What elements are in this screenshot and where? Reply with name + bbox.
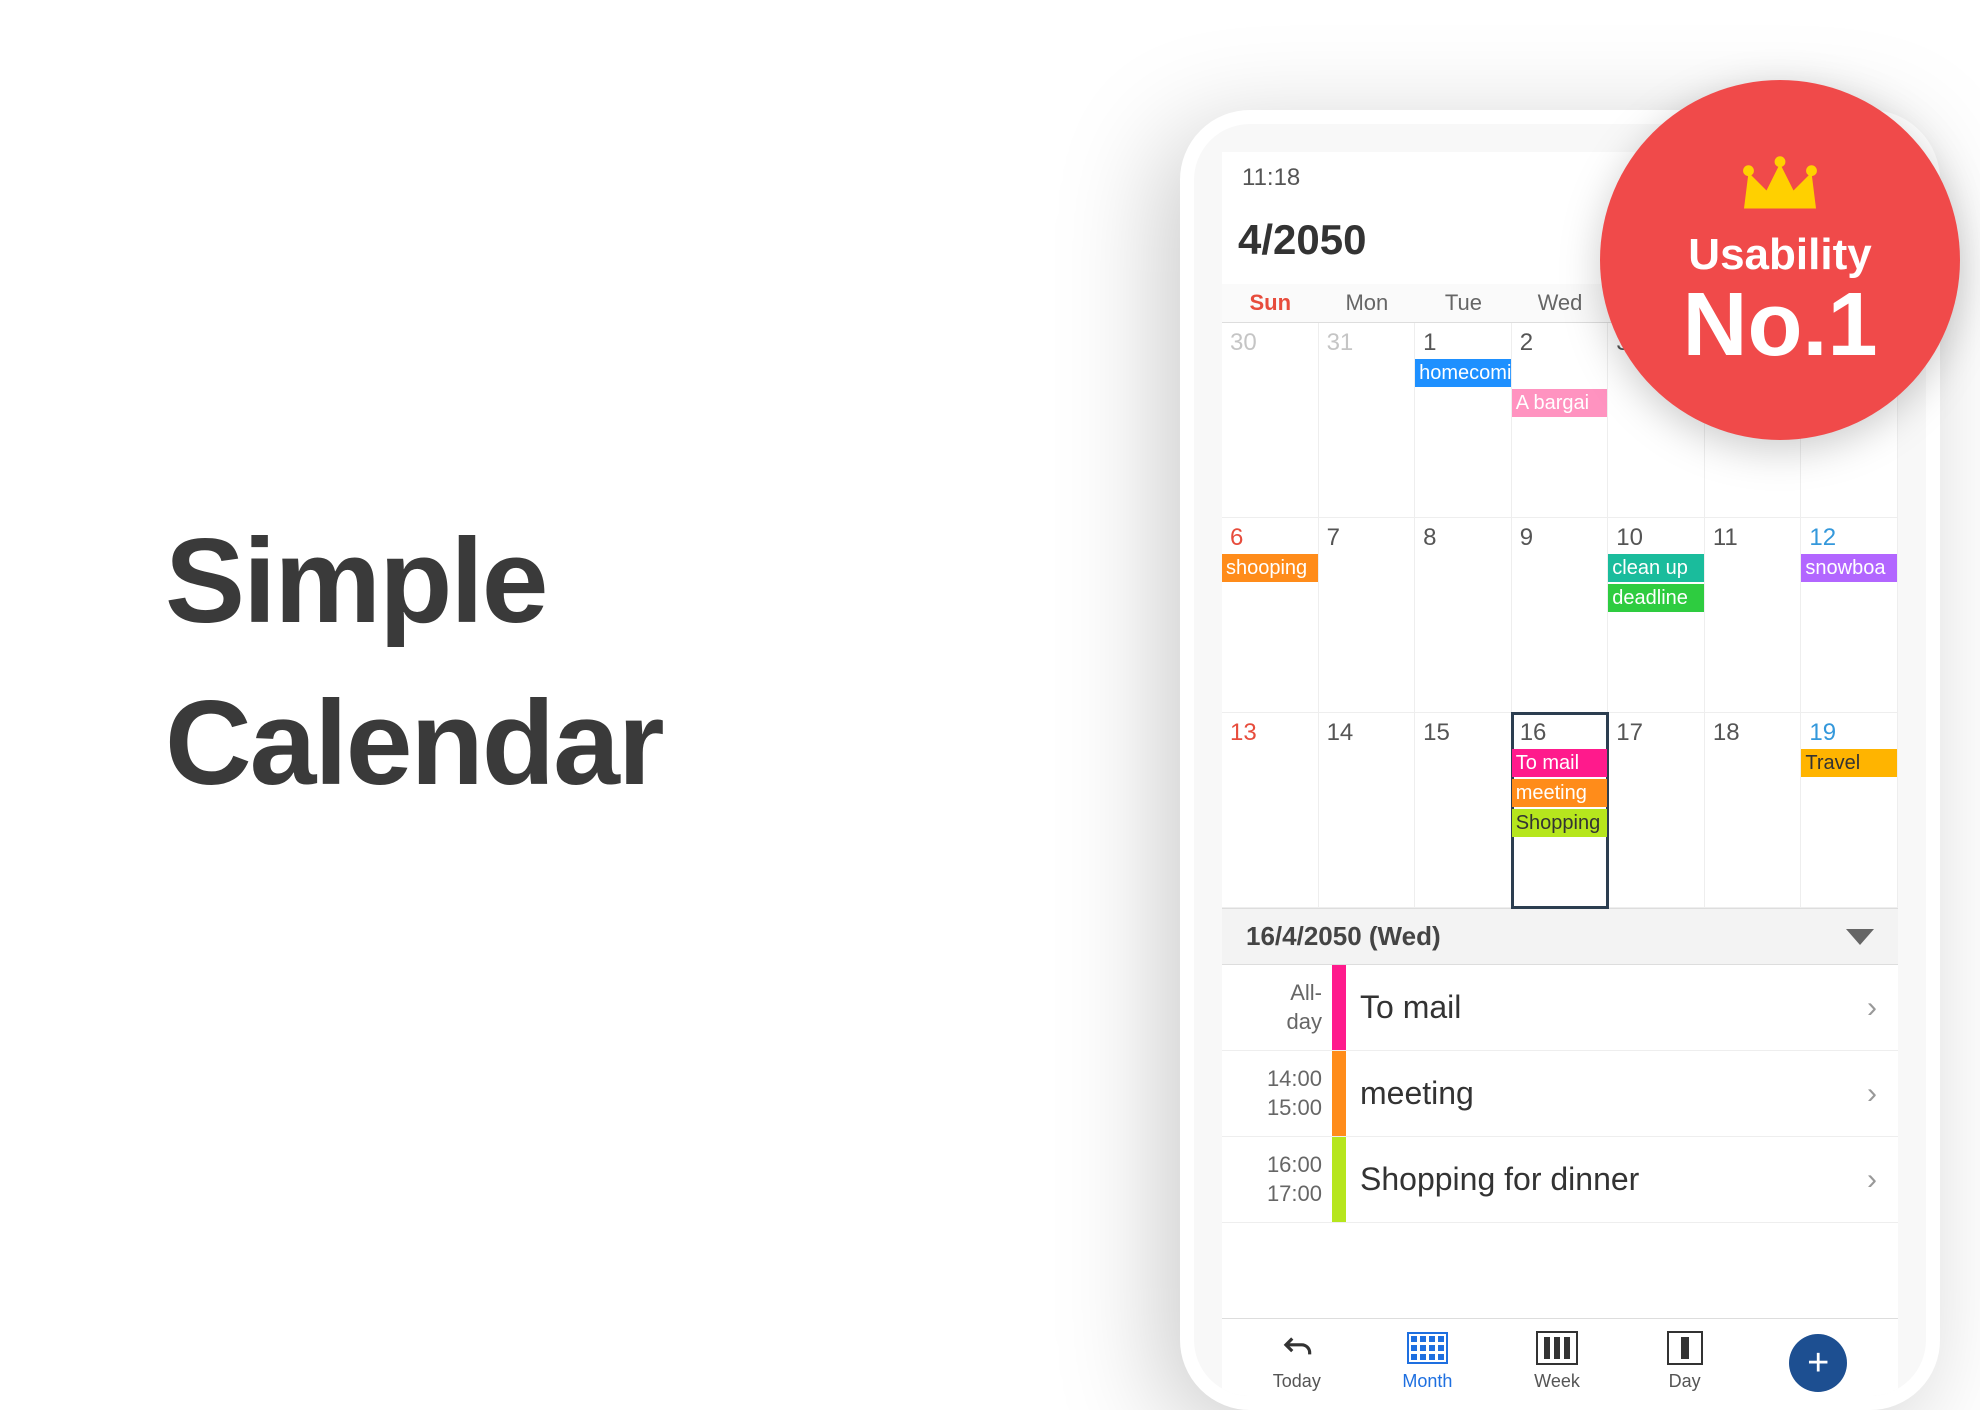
event-chip[interactable]: A bargai (1512, 389, 1608, 417)
event-chip[interactable]: homecoming (1415, 359, 1512, 387)
chevron-right-icon: › (1858, 965, 1898, 1050)
day-number: 8 (1415, 518, 1511, 552)
agenda-title: Shopping for dinner (1346, 1137, 1858, 1222)
event-chip[interactable]: deadline (1608, 584, 1704, 612)
day-cell-6[interactable]: 6shooping (1222, 518, 1319, 713)
marketing-headline: Simple Calendar (165, 500, 663, 824)
agenda-time: All-day (1222, 965, 1332, 1050)
agenda-row[interactable]: 14:0015:00meeting› (1222, 1051, 1898, 1137)
chevron-right-icon: › (1858, 1137, 1898, 1222)
day-cell-13[interactable]: 13 (1222, 713, 1319, 908)
day-column-icon (1662, 1329, 1708, 1367)
day-cell-7[interactable]: 7 (1319, 518, 1416, 713)
day-number: 7 (1319, 518, 1415, 552)
day-cell-8[interactable]: 8 (1415, 518, 1512, 713)
agenda-time: 14:0015:00 (1222, 1051, 1332, 1136)
event-chip[interactable]: snowboa (1801, 554, 1897, 582)
event-color-bar (1332, 965, 1346, 1050)
day-number: 1 (1415, 323, 1511, 357)
day-cell-30[interactable]: 30 (1222, 323, 1319, 518)
event-chip[interactable]: shooping (1222, 554, 1318, 582)
agenda-row[interactable]: 16:0017:00Shopping for dinner› (1222, 1137, 1898, 1223)
day-cell-9[interactable]: 9 (1512, 518, 1609, 713)
weekday-sun: Sun (1222, 290, 1319, 316)
day-number: 16 (1512, 713, 1608, 747)
day-cell-12[interactable]: 12snowboa (1801, 518, 1898, 713)
day-cell-15[interactable]: 15 (1415, 713, 1512, 908)
day-number: 17 (1608, 713, 1704, 747)
agenda-row[interactable]: All-dayTo mail› (1222, 965, 1898, 1051)
day-number: 30 (1222, 323, 1318, 357)
month-grid-icon (1404, 1329, 1450, 1367)
day-number: 14 (1319, 713, 1415, 747)
week-columns-icon (1534, 1329, 1580, 1367)
day-number: 12 (1801, 518, 1897, 552)
day-cell-1[interactable]: 1homecoming (1415, 323, 1512, 518)
event-color-bar (1332, 1137, 1346, 1222)
day-number: 6 (1222, 518, 1318, 552)
headline-line-1: Simple (165, 514, 546, 648)
chevron-right-icon: › (1858, 1051, 1898, 1136)
headline-line-2: Calendar (165, 676, 663, 810)
tab-month[interactable]: Month (1402, 1329, 1452, 1392)
event-chip[interactable]: To mail (1512, 749, 1608, 777)
day-cell-31[interactable]: 31 (1319, 323, 1416, 518)
badge-line-2: No.1 (1682, 280, 1877, 370)
day-panel-date: 16/4/2050 (Wed) (1246, 921, 1441, 952)
day-number: 19 (1801, 713, 1897, 747)
day-cell-16[interactable]: 16To mailmeetingShopping (1512, 713, 1609, 908)
event-chip[interactable]: meeting (1512, 779, 1608, 807)
day-number: 11 (1705, 518, 1801, 552)
collapse-icon[interactable] (1846, 929, 1874, 945)
bottom-tab-bar: Today Month Week (1222, 1318, 1898, 1396)
day-number: 2 (1512, 323, 1608, 357)
tab-today[interactable]: Today (1273, 1329, 1321, 1392)
plus-icon: + (1807, 1342, 1829, 1385)
day-number: 18 (1705, 713, 1801, 747)
day-number: 10 (1608, 518, 1704, 552)
event-chip[interactable]: Shopping (1512, 809, 1608, 837)
day-cell-18[interactable]: 18 (1705, 713, 1802, 908)
weekday-tue: Tue (1415, 290, 1512, 316)
event-chip[interactable]: Travel (1801, 749, 1897, 777)
back-arrow-icon (1274, 1329, 1320, 1367)
agenda-title: To mail (1346, 965, 1858, 1050)
day-cell-10[interactable]: 10clean updeadline (1608, 518, 1705, 713)
status-time: 11:18 (1242, 164, 1300, 191)
usability-badge: Usability No.1 (1600, 80, 1960, 440)
event-color-bar (1332, 1051, 1346, 1136)
badge-line-1: Usability (1688, 230, 1871, 280)
event-chip[interactable]: clean up (1608, 554, 1704, 582)
agenda-title: meeting (1346, 1051, 1858, 1136)
agenda-time: 16:0017:00 (1222, 1137, 1332, 1222)
day-number: 31 (1319, 323, 1415, 357)
crown-icon (1735, 151, 1825, 226)
day-panel-header[interactable]: 16/4/2050 (Wed) (1222, 908, 1898, 965)
day-number: 15 (1415, 713, 1511, 747)
selected-day-panel: 16/4/2050 (Wed) All-dayTo mail›14:0015:0… (1222, 908, 1898, 1223)
day-number: 13 (1222, 713, 1318, 747)
day-number: 9 (1512, 518, 1608, 552)
weekday-mon: Mon (1319, 290, 1416, 316)
day-cell-17[interactable]: 17 (1608, 713, 1705, 908)
weekday-wed: Wed (1512, 290, 1609, 316)
tab-week[interactable]: Week (1534, 1329, 1580, 1392)
day-cell-14[interactable]: 14 (1319, 713, 1416, 908)
day-cell-11[interactable]: 11 (1705, 518, 1802, 713)
day-cell-19[interactable]: 19Travel (1801, 713, 1898, 908)
add-event-button[interactable]: + (1789, 1334, 1847, 1392)
tab-day[interactable]: Day (1662, 1329, 1708, 1392)
day-cell-2[interactable]: 2 A bargai (1512, 323, 1609, 518)
